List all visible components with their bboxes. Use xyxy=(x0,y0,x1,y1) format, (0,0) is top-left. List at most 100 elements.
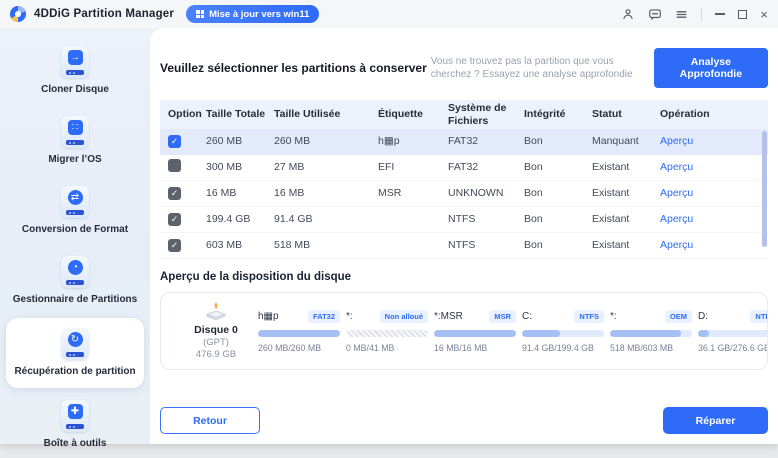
partition-checkbox[interactable] xyxy=(168,159,181,173)
deep-scan-button[interactable]: Analyse Approfondie xyxy=(653,48,768,88)
option-cell: ✓ xyxy=(160,213,198,226)
upgrade-win11-label: Mise à jour vers win11 xyxy=(209,8,310,20)
integrity-cell: Bon xyxy=(524,161,543,174)
table-row: ✓ 260 MB 260 MB h▦p FAT32 Bon Manquant Aperçu xyxy=(160,129,768,155)
partition-usage-bar xyxy=(610,330,692,337)
operation-cell: Aperçu xyxy=(652,161,768,173)
sidebar: → Cloner Disque ∷ Migrer l’OS ⇄ Conversion de… xyxy=(0,28,150,449)
sidebar-item-toolbox[interactable]: ✚ Boîte à outils xyxy=(6,392,144,458)
total-cell: 16 MB xyxy=(206,187,237,200)
page-header: Veuillez sélectionner les partitions à c… xyxy=(160,28,768,88)
disk-name: Disque 0 xyxy=(194,324,238,336)
repair-button[interactable]: Réparer xyxy=(663,407,768,434)
partition-usage-bar xyxy=(522,330,604,337)
column-header: Option xyxy=(168,108,202,121)
close-icon[interactable]: × xyxy=(760,8,768,21)
partition-checkbox[interactable]: ✓ xyxy=(168,135,181,148)
menu-icon[interactable] xyxy=(675,8,688,21)
user-icon[interactable] xyxy=(621,7,635,21)
filesystem-badge: FAT32 xyxy=(308,309,340,323)
integrity-cell: Bon xyxy=(524,135,543,148)
minimize-icon[interactable] xyxy=(715,13,726,15)
maximize-icon[interactable] xyxy=(738,9,748,19)
preview-link[interactable]: Aperçu xyxy=(660,135,693,147)
table-row: 300 MB 27 MB EFI FAT32 Bon Existant Aperçu xyxy=(160,155,768,181)
sidebar-item-migrate-os[interactable]: ∷ Migrer l’OS xyxy=(6,108,144,174)
deep-scan-hint: Vous ne trouvez pas la partition que vou… xyxy=(430,56,633,80)
used-cell: 27 MB xyxy=(274,161,305,174)
table-row: ✓ 199.4 GB 91.4 GB NTFS Bon Existant Aperçu xyxy=(160,207,768,233)
partition-usage-bar xyxy=(698,330,767,337)
partition-block[interactable]: *:MSR MSR 16 MB/16 MB xyxy=(434,309,516,353)
footer: Retour Réparer xyxy=(160,407,768,434)
partition-block[interactable]: h▦p FAT32 260 MB/260 MB xyxy=(258,309,340,353)
used-cell: 260 MB xyxy=(274,135,311,148)
label-cell: MSR xyxy=(378,187,402,200)
preview-link[interactable]: Aperçu xyxy=(660,161,693,173)
sidebar-item-partition-recovery[interactable]: ↻ Récupération de partition xyxy=(6,318,144,388)
partition-usage-text: 0 MB/41 MB xyxy=(346,343,395,353)
titlebar: 4DDiG Partition Manager Mise à jour vers… xyxy=(0,0,778,28)
column-header: Taille Totale xyxy=(206,108,266,121)
used-cell: 16 MB xyxy=(274,187,305,200)
app-logo-icon xyxy=(10,6,26,22)
disk-icon xyxy=(205,302,227,321)
partition-name: *:MSR xyxy=(434,310,463,322)
filesystem-badge: NTFS xyxy=(574,309,604,323)
partition-usage-text: 36.1 GB/276.6 GB xyxy=(698,343,768,353)
main-panel: Veuillez sélectionner les partitions à c… xyxy=(150,28,778,444)
partition-checkbox[interactable]: ✓ xyxy=(168,187,181,200)
partition-name: C: xyxy=(522,310,532,322)
sidebar-item-partition-manager[interactable]: ◔ Gestionnaire de Partitions xyxy=(6,248,144,314)
used-cell: 91.4 GB xyxy=(274,213,313,226)
back-button[interactable]: Retour xyxy=(160,407,260,434)
integrity-cell: Bon xyxy=(524,213,543,226)
partition-usage-text: 16 MB/16 MB xyxy=(434,343,488,353)
option-cell: ✓ xyxy=(160,135,198,148)
fs-cell: FAT32 xyxy=(448,161,479,174)
partition-block[interactable]: *: OEM 518 MB/603 MB xyxy=(610,309,692,353)
partition-name: h▦p xyxy=(258,310,279,322)
table-row: ✓ 603 MB 518 MB NTFS Bon Existant Aperçu xyxy=(160,233,768,259)
titlebar-divider xyxy=(701,7,703,21)
toolbox-icon: ✚ xyxy=(61,400,89,432)
app-title: 4DDiG Partition Manager xyxy=(34,8,175,20)
column-header: Étiquette xyxy=(378,108,423,121)
disk-size: 476.9 GB xyxy=(195,349,237,360)
total-cell: 300 MB xyxy=(206,161,243,174)
fs-cell: UNKNOWN xyxy=(448,187,504,200)
table-scrollbar[interactable] xyxy=(762,131,767,247)
sidebar-item-label: Cloner Disque xyxy=(41,84,109,95)
clone-disk-icon: → xyxy=(61,46,89,78)
partition-checkbox[interactable]: ✓ xyxy=(168,213,181,226)
upgrade-win11-button[interactable]: Mise à jour vers win11 xyxy=(186,5,320,23)
label-cell: EFI xyxy=(378,161,395,174)
partition-block[interactable]: C: NTFS 91.4 GB/199.4 GB xyxy=(522,309,604,353)
integrity-cell: Bon xyxy=(524,239,543,252)
disk-layout-title: Aperçu de la disposition du disque xyxy=(160,271,352,283)
preview-link[interactable]: Aperçu xyxy=(660,187,693,199)
partition-block[interactable]: *: Non alloué 0 MB/41 MB xyxy=(346,309,428,353)
disk-info: Disque 0 (GPT) 476.9 GB xyxy=(174,302,258,360)
partition-usage-text: 91.4 GB/199.4 GB xyxy=(522,343,594,353)
main-area: Veuillez sélectionner les partitions à c… xyxy=(150,28,778,444)
windows-icon xyxy=(196,10,205,18)
column-header: Statut xyxy=(592,108,622,121)
partition-block[interactable]: D: NTFS 36.1 GB/276.6 GB xyxy=(698,309,768,353)
sidebar-item-format-conversion[interactable]: ⇄ Conversion de Format xyxy=(6,178,144,244)
column-header: Opération xyxy=(660,108,710,121)
label-cell: h▦p xyxy=(378,135,400,148)
filesystem-badge: Non alloué xyxy=(379,309,428,323)
feedback-icon[interactable] xyxy=(648,7,662,21)
partition-checkbox[interactable]: ✓ xyxy=(168,239,181,252)
preview-link[interactable]: Aperçu xyxy=(660,239,693,251)
sidebar-item-label: Boîte à outils xyxy=(43,438,107,449)
partition-usage-text: 518 MB/603 MB xyxy=(610,343,674,353)
preview-link[interactable]: Aperçu xyxy=(660,213,693,225)
filesystem-badge: NTFS xyxy=(750,309,767,323)
sidebar-item-clone-disk[interactable]: → Cloner Disque xyxy=(6,38,144,104)
fs-cell: NTFS xyxy=(448,239,476,252)
table-header: Option Taille Totale Taille Utilisée Étique… xyxy=(160,100,768,129)
disk-layout-card: Disque 0 (GPT) 476.9 GB h▦p FAT32 260 MB/2… xyxy=(160,292,768,370)
total-cell: 199.4 GB xyxy=(206,213,251,226)
